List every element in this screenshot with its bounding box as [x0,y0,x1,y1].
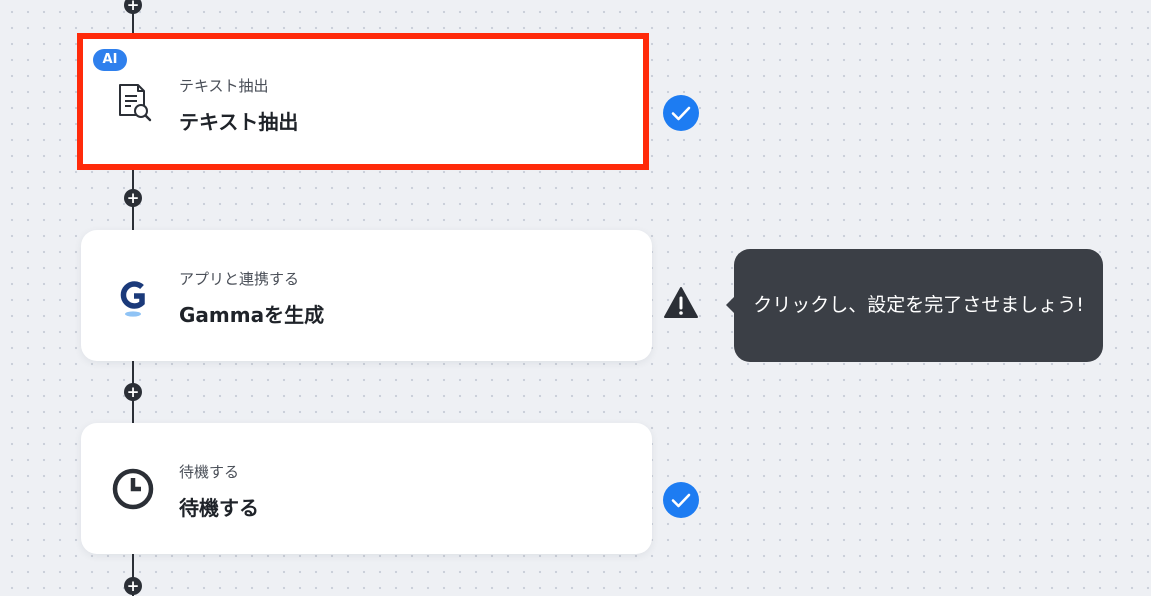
tooltip-text: クリックし、設定を完了させましょう! [753,294,1084,316]
tooltip-arrow [726,297,734,313]
step-card-text-extraction[interactable]: AI テキスト抽出 テキスト抽出 [77,33,649,170]
step-title: Gammaを生成 [179,303,325,327]
ai-badge: AI [93,49,127,71]
step-card-wait[interactable]: 待機する 待機する [81,423,652,554]
add-step-button[interactable]: + [124,189,142,207]
step-title: 待機する [179,496,259,520]
check-icon [663,482,699,518]
step-title: テキスト抽出 [179,110,299,134]
step-type-label: 待機する [179,463,240,481]
add-step-button[interactable]: + [124,383,142,401]
add-step-button[interactable]: + [124,0,142,14]
check-icon [663,95,699,131]
warning-icon [663,285,699,321]
gamma-logo [111,274,155,318]
step-card-gamma[interactable]: アプリと連携する Gammaを生成 [81,230,652,361]
add-step-button[interactable]: + [124,577,142,595]
step-type-label: テキスト抽出 [179,77,269,95]
document-search-icon [111,81,155,125]
clock-icon [111,467,155,511]
step-type-label: アプリと連携する [179,270,300,288]
setup-prompt-tooltip: クリックし、設定を完了させましょう! [726,249,1103,362]
